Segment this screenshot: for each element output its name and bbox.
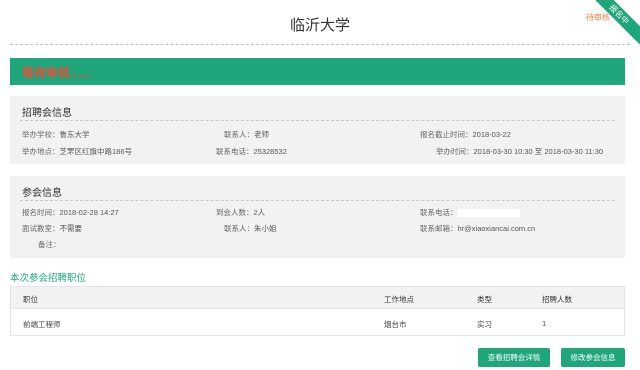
- view-fair-details-button[interactable]: 查看招聘会详情: [478, 348, 550, 367]
- participation-title: 参会信息: [22, 188, 62, 199]
- email-field: 联系邮箱：hr@xiaoxiancai.com.cn: [420, 224, 536, 233]
- positions-table: 职位 工作地点 类型 招聘人数 前端工程师 烟台市 实习 1: [10, 286, 625, 336]
- participation-panel: 参会信息 报名时间：2018-02-28 14:27 到会人数：2人 联系电话：…: [10, 176, 625, 258]
- edit-participation-button[interactable]: 修改参会信息: [561, 348, 625, 367]
- participation-contact-field: 联系人：朱小姐: [224, 224, 277, 233]
- corner-ribbon: 报名中: [596, 0, 640, 44]
- column-header-count: 招聘人数: [542, 295, 572, 304]
- host-school-value: 鲁东大学: [59, 130, 90, 139]
- positions-section-title: 本次参会招聘职位: [10, 273, 87, 284]
- column-header-location: 工作地点: [384, 295, 414, 304]
- fair-phone-value: 25328532: [253, 147, 287, 156]
- page-title: 临沂大学: [289, 17, 350, 34]
- cell-position: 前端工程师: [23, 320, 61, 329]
- deadline-field: 报名截止时间：2018-03-22: [420, 130, 511, 139]
- status-banner: 等待审核......: [10, 58, 625, 85]
- attendees-field: 到会人数：2人: [216, 208, 266, 217]
- signup-time-value: 2018-02-28 14:27: [59, 208, 119, 217]
- interview-room-field: 面试教室：不需要: [22, 224, 83, 233]
- table-header: 职位 工作地点 类型 招聘人数: [11, 287, 624, 309]
- panel-divider: [20, 120, 615, 121]
- signup-time-field: 报名时间：2018-02-28 14:27: [22, 208, 119, 217]
- participation-phone-field: 联系电话：: [420, 207, 520, 218]
- panel-divider: [20, 200, 615, 201]
- location-value: 芝罘区红旗中路186号: [59, 147, 133, 156]
- remarks-field: 备注：: [38, 240, 61, 249]
- fair-contact-value: 老师: [254, 130, 269, 139]
- banner-text: 等待审核......: [22, 66, 91, 80]
- location-field: 举办地点：芝罘区红旗中路186号: [22, 147, 133, 156]
- fair-contact-field: 联系人：老师: [224, 130, 269, 139]
- host-school-field: 举办学校：鲁东大学: [22, 130, 90, 139]
- cell-count: 1: [542, 319, 547, 328]
- column-header-position: 职位: [23, 295, 38, 304]
- fair-info-panel: 招聘会信息 举办学校：鲁东大学 联系人：老师 报名截止时间：2018-03-22…: [10, 96, 625, 164]
- page-header: 临沂大学 待审核 报名中: [0, 0, 640, 46]
- email-value: hr@xiaoxiancai.com.cn: [457, 224, 536, 233]
- redacted-phone: [457, 209, 520, 218]
- cell-type: 实习: [477, 320, 492, 329]
- fair-phone-field: 联系电话：25328532: [216, 147, 287, 156]
- fair-time-field: 举办时间：2018-03-30 10:30 至 2018-03-30 11:30: [436, 147, 604, 156]
- cell-location: 烟台市: [384, 320, 407, 329]
- interview-room-value: 不需要: [59, 224, 83, 233]
- fair-time-value: 2018-03-30 10:30 至 2018-03-30 11:30: [473, 147, 604, 156]
- header-divider: [10, 44, 630, 45]
- deadline-value: 2018-03-22: [472, 130, 511, 139]
- column-header-type: 类型: [477, 295, 492, 304]
- attendees-value: 2人: [253, 208, 266, 217]
- fair-info-title: 招聘会信息: [22, 108, 72, 119]
- participation-contact-value: 朱小姐: [254, 224, 277, 233]
- ribbon-label: 报名中: [596, 0, 640, 44]
